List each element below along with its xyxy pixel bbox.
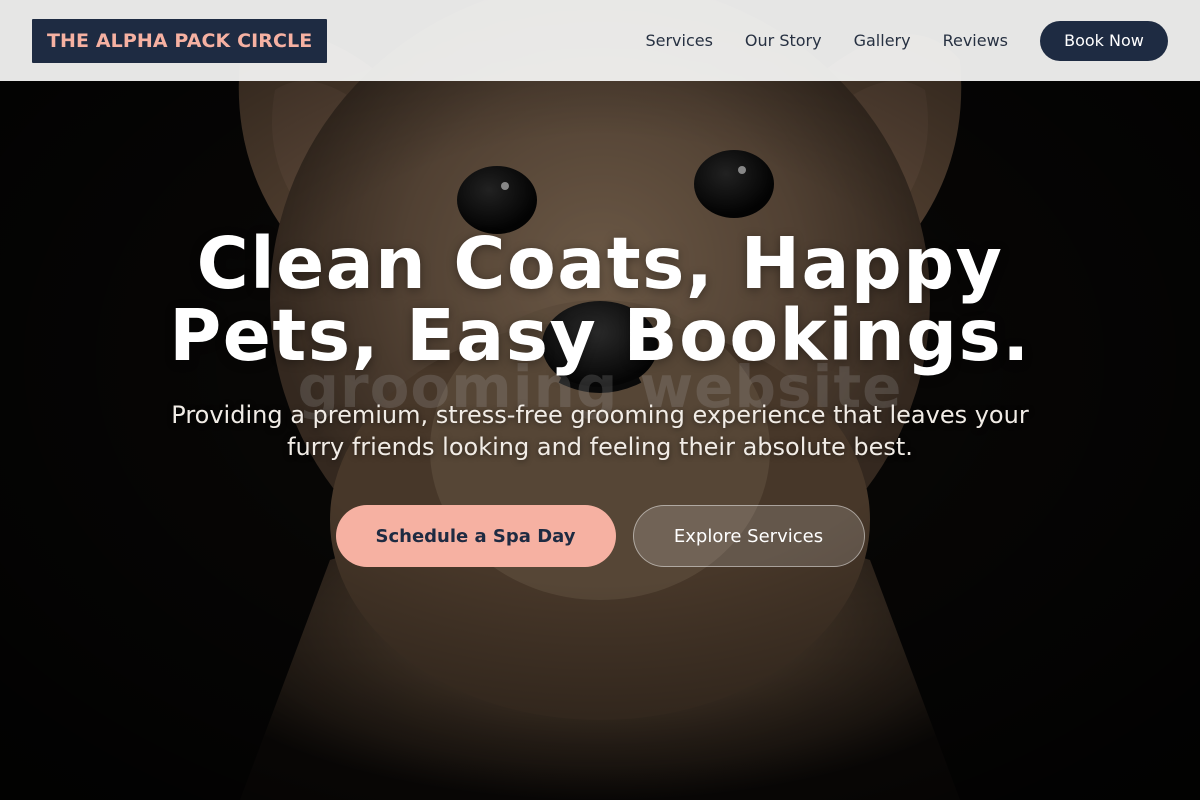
landing-page: THE ALPHA PACK CIRCLE Services Our Story… (0, 0, 1200, 800)
nav-link-services[interactable]: Services (645, 31, 712, 50)
hero-cta-group: Schedule a Spa Day Explore Services (0, 505, 1200, 567)
explore-services-button[interactable]: Explore Services (632, 505, 865, 567)
nav-link-reviews[interactable]: Reviews (943, 31, 1008, 50)
hero-subtitle: Providing a premium, stress-free groomin… (171, 401, 1029, 461)
hero-section: Clean Coats, Happy Pets, Easy Bookings. … (0, 228, 1200, 567)
nav-link-gallery[interactable]: Gallery (854, 31, 911, 50)
hero-title: Clean Coats, Happy Pets, Easy Bookings. (169, 222, 1031, 377)
site-logo[interactable]: THE ALPHA PACK CIRCLE (32, 18, 328, 63)
schedule-spa-day-button[interactable]: Schedule a Spa Day (335, 505, 616, 567)
nav-link-our-story[interactable]: Our Story (745, 31, 822, 50)
book-now-button[interactable]: Book Now (1040, 20, 1168, 61)
site-header: THE ALPHA PACK CIRCLE Services Our Story… (0, 0, 1200, 81)
main-nav: Services Our Story Gallery Reviews Book … (645, 20, 1168, 61)
